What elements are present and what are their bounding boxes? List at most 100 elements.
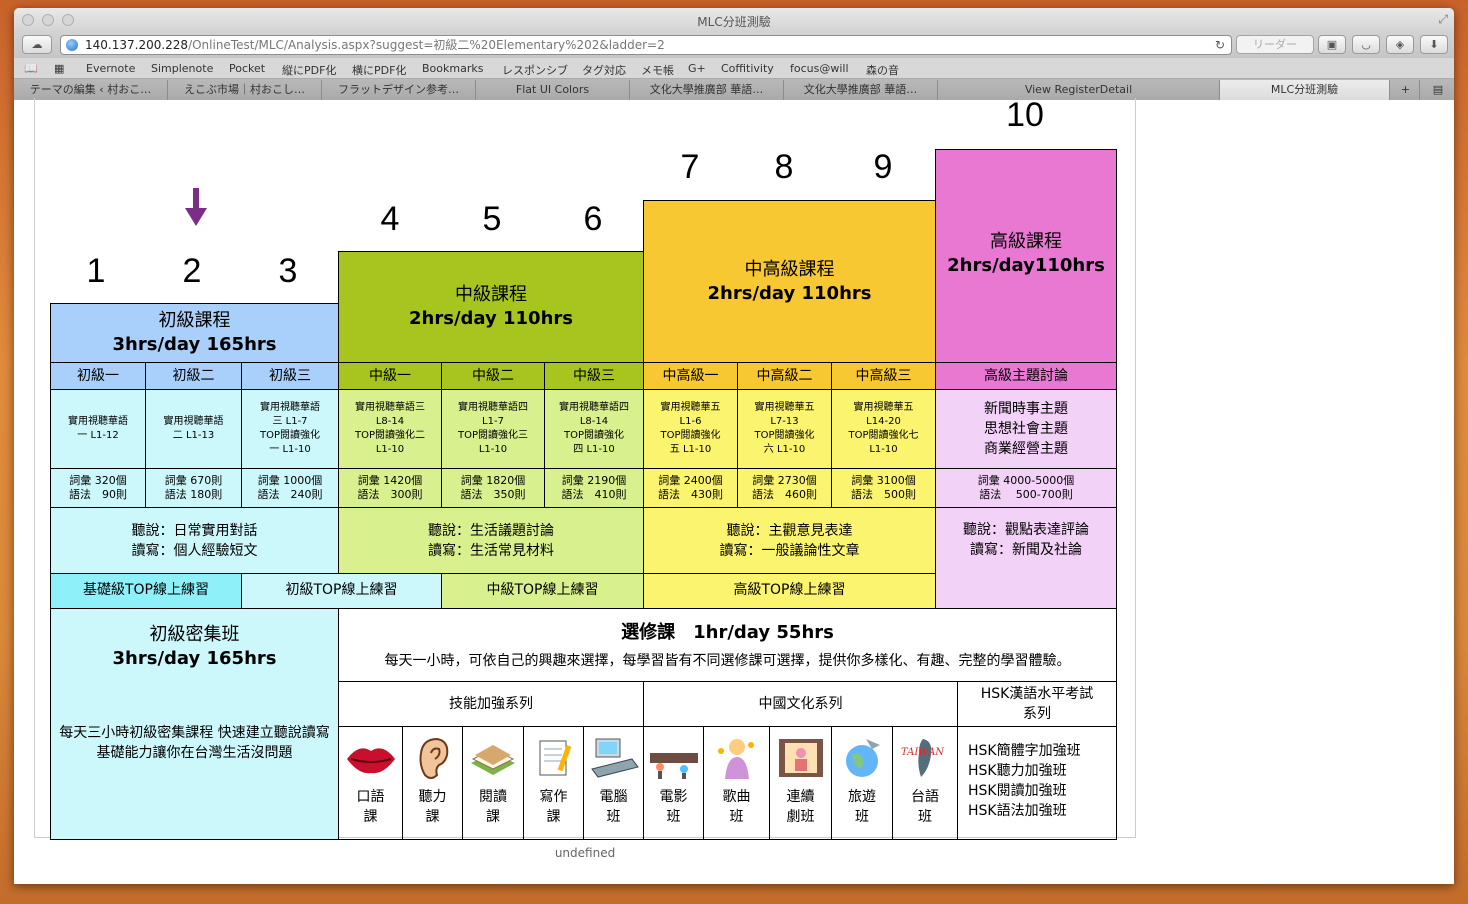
textbook-line: L1-10	[869, 444, 898, 455]
textbook-line: 實用視聽華語	[260, 402, 320, 413]
grammar-line: 語法 500則	[851, 488, 916, 501]
level-number: 7	[680, 148, 700, 186]
download-button[interactable]: ⬇	[1420, 35, 1448, 54]
elective-class-writing[interactable]: 寫作課	[523, 726, 584, 840]
bookmark-item[interactable]: 縦にPDF化	[282, 62, 336, 78]
textbook-line: TOP閱讀強化二	[354, 430, 425, 441]
class-label: 聽力課	[418, 789, 447, 825]
vocab-cell: 詞彙 2730個 語法 460則	[737, 468, 832, 508]
tab[interactable]: えこぶ市場｜村おこし…	[168, 80, 322, 100]
course-title: 中高級課程	[744, 258, 835, 280]
lips-icon	[346, 748, 395, 774]
elective-class-drama[interactable]: 連續劇班	[769, 726, 832, 840]
share-icon: ▣	[1326, 38, 1338, 51]
class-label: 連續劇班	[786, 789, 815, 825]
elective-class-reading[interactable]: 閱讀課	[462, 726, 524, 840]
tab[interactable]: 文化大學推廣部 華語…	[630, 80, 784, 100]
vocab-cell: 詞彙 1000個 語法 240則	[241, 468, 339, 508]
pocket-button[interactable]: ◡	[1352, 35, 1380, 54]
reload-icon[interactable]: ↻	[1215, 36, 1225, 54]
svg-text:TAIWAN: TAIWAN	[901, 747, 945, 758]
bookmark-item[interactable]: Coffitivity	[721, 62, 774, 75]
tab[interactable]: 文化大學推廣部 華語…	[784, 80, 938, 100]
bookmark-item[interactable]: Evernote	[86, 62, 135, 75]
tab[interactable]: Flat UI Colors	[476, 80, 630, 100]
bookmark-item[interactable]: G+	[688, 62, 706, 75]
textbook-line: TOP閱讀強化	[259, 430, 320, 441]
level-number: 3	[278, 252, 298, 290]
fullscreen-icon[interactable]: ⤢	[1438, 12, 1448, 27]
tab-active[interactable]: MLC分班測驗	[1220, 80, 1390, 100]
intensive-hours: 3hrs/day 165hrs	[112, 648, 277, 669]
elective-class-travel[interactable]: 旅遊班	[831, 726, 893, 840]
reading-list-icon[interactable]: 📖	[24, 62, 38, 75]
film-icon	[649, 753, 698, 779]
textbook-line: TOP閱讀強化	[754, 430, 815, 441]
sublevel-cell: 初級一	[50, 362, 146, 390]
textbook-line: TOP閱讀強化三	[457, 430, 528, 441]
intensive-title: 初級密集班	[149, 624, 240, 645]
top-online-practice-link[interactable]: 中級TOP線上練習	[441, 573, 644, 609]
bookmark-item[interactable]: レスポンシブ	[502, 62, 568, 78]
tab[interactable]: テーマの編集 ‹ 村おこ…	[14, 80, 168, 100]
url-host: 140.137.200.228	[85, 38, 189, 52]
tab-overview-icon[interactable]: ▤	[1422, 80, 1454, 100]
bookmark-item[interactable]: 横にPDF化	[352, 62, 406, 78]
hsk-class-item[interactable]: HSK語法加強班	[968, 801, 1116, 821]
elective-class-oral[interactable]: 口語課	[338, 726, 403, 840]
bookmark-item[interactable]: 森の音	[866, 62, 899, 78]
reader-button[interactable]: リーダー	[1236, 35, 1314, 54]
textbook-line: L14-20	[866, 416, 901, 427]
bookmark-item[interactable]: Simplenote	[151, 62, 213, 75]
bookmark-item[interactable]: focus@will	[790, 62, 849, 75]
hsk-class-item[interactable]: HSK聽力加強班	[968, 761, 1116, 781]
bookmark-item[interactable]: タグ対応	[582, 62, 626, 78]
sublevel-cell: 高級主題討論	[935, 362, 1117, 390]
bookmark-item[interactable]: Pocket	[229, 62, 265, 75]
singer-icon	[717, 739, 754, 779]
share-button[interactable]: ▣	[1318, 35, 1346, 54]
textbook-line: 實用視聽華語四	[458, 402, 528, 413]
bookmark-item[interactable]: Bookmarks	[422, 62, 483, 75]
top-online-practice-link[interactable]: 基礎級TOP線上練習	[50, 573, 242, 609]
textbook-line: 四 L1-10	[573, 444, 615, 455]
hsk-class-item[interactable]: HSK簡體字加強班	[968, 741, 1116, 761]
class-label: 寫作課	[539, 789, 568, 825]
elective-class-listening[interactable]: 聽力課	[402, 726, 463, 840]
download-icon: ⬇	[1429, 38, 1439, 51]
vocab-cell: 詞彙 4000-5000個 語法 500-700則	[935, 468, 1117, 508]
tab[interactable]: フラットデザイン参考…	[322, 80, 476, 100]
grammar-line: 語法 350則	[460, 488, 526, 501]
elective-class-computer[interactable]: 電腦班	[583, 726, 644, 840]
bookmark-item[interactable]: メモ帳	[641, 62, 674, 78]
new-tab-button[interactable]: +	[1392, 80, 1420, 100]
elective-class-song[interactable]: 歌曲班	[703, 726, 770, 840]
icloud-tabs-button[interactable]: ☁	[22, 35, 52, 54]
top-online-practice-link[interactable]: 高級TOP線上練習	[643, 573, 936, 609]
tab[interactable]: View RegisterDetail	[938, 80, 1220, 100]
top-sites-icon[interactable]: ▦	[54, 62, 64, 75]
course-hours: 2hrs/day 110hrs	[409, 308, 573, 329]
textbook-cell: 實用視聽華語四 L1-7 TOP閱讀強化三 L1-10	[441, 389, 545, 469]
skills-cell: 聽說：主觀意見表達 讀寫：一般議論性文章	[643, 507, 936, 574]
elective-class-film[interactable]: 電影班	[643, 726, 704, 840]
skill-line: 聽說：日常實用對話	[131, 522, 258, 539]
top-online-practice-link[interactable]: 初級TOP線上練習	[241, 573, 442, 609]
grammar-line: 語法 410則	[561, 488, 627, 501]
evernote-button[interactable]: ◈	[1386, 35, 1414, 54]
grammar-line: 語法 240則	[257, 488, 323, 501]
vocab-line: 詞彙 2730個	[752, 474, 817, 487]
vocab-cell: 詞彙 2400個 語法 430則	[643, 468, 738, 508]
textbook-line: L1-10	[375, 444, 405, 455]
level-number: 1	[86, 252, 106, 290]
address-bar[interactable]: 140.137.200.228/OnlineTest/MLC/Analysis.…	[60, 35, 1232, 55]
page-content: undefined 1 2 3 4 5 6 7 8 9 10 初級課程 3hrs…	[14, 96, 1454, 884]
textbook-cell: 實用視聽華語三 L8-14 TOP閱讀強化二 L1-10	[338, 389, 442, 469]
textbook-cell: 實用視聽華語四 L8-14 TOP閱讀強化 四 L1-10	[544, 389, 644, 469]
elective-class-taiwanese[interactable]: TAIWAN 台語班	[892, 726, 958, 840]
textbook-cell: 實用視聽華五 L1-6 TOP閱讀強化 五 L1-10	[643, 389, 738, 469]
elementary-course-header: 初級課程 3hrs/day 165hrs	[50, 303, 339, 363]
class-label: 電腦班	[599, 789, 628, 825]
hsk-class-item[interactable]: HSK閱讀加強班	[968, 781, 1116, 801]
book-icon	[471, 745, 515, 775]
